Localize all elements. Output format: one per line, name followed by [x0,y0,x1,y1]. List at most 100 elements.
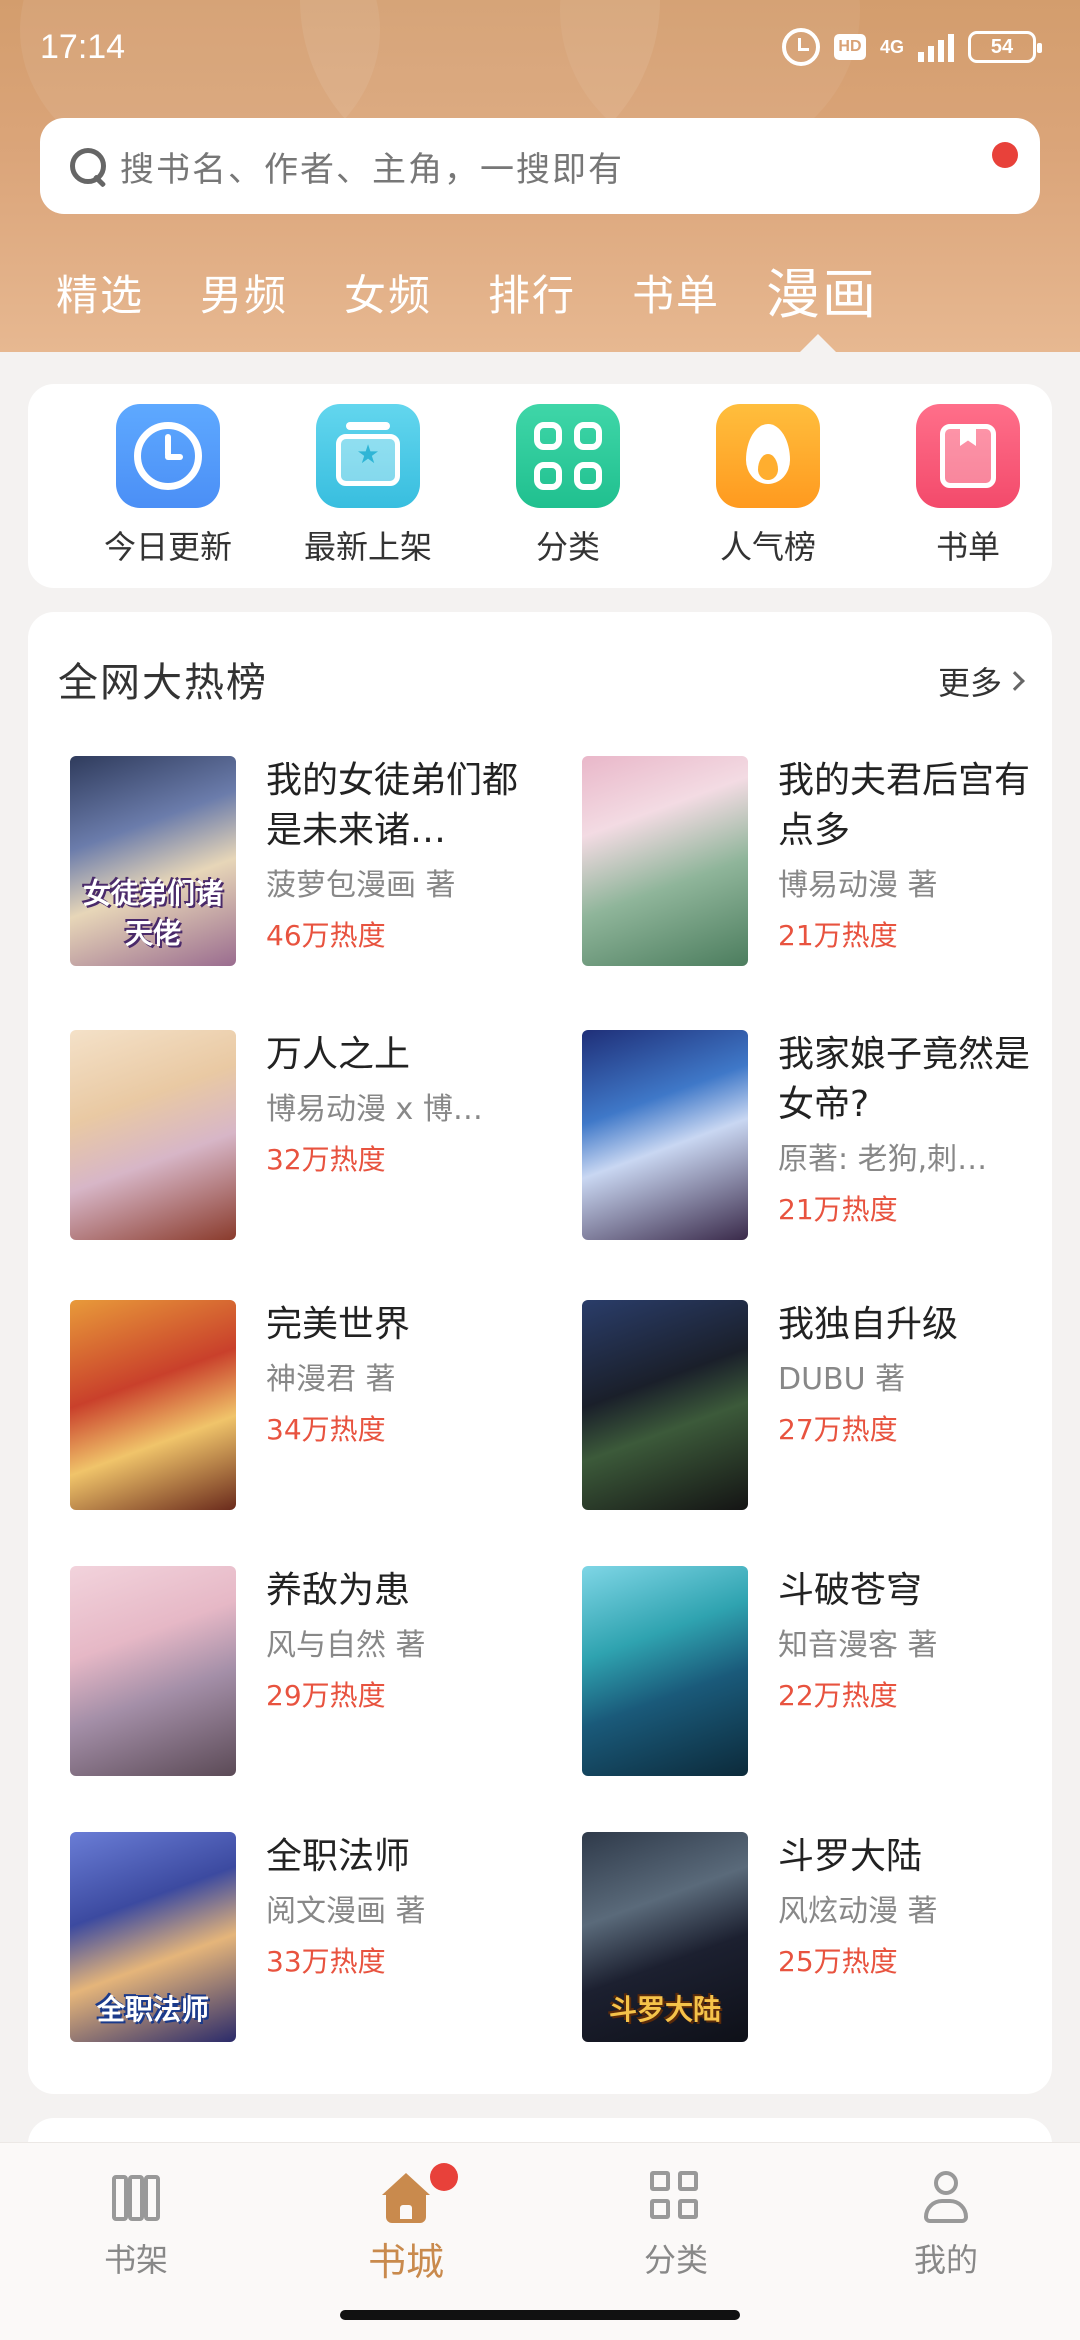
book-author: 菠萝包漫画 著 [266,868,456,903]
tab-ranking[interactable]: 排行 [488,262,576,323]
book-item[interactable]: 斗罗大陆 斗罗大陆 风炫动漫 著 25万热度 [582,1832,1062,2044]
more-label: 更多 [937,664,1002,702]
search-bar[interactable]: 搜书名、作者、主角，一搜即有 [40,118,1040,214]
book-item[interactable]: 万人之上 博易动漫 x 博… 32万热度 [70,1030,550,1242]
tab-female[interactable]: 女频 [344,262,432,323]
tab-male[interactable]: 男频 [200,262,288,323]
book-title: 斗破苍穹 [778,1570,923,1611]
booklist-icon [916,404,1020,508]
book-title: 养敌为患 [266,1570,411,1611]
app-screen: 17:14 HD 4G 54 搜书名、作者、主角，一搜即有 精选 男频 女频 排… [0,0,1080,2340]
cover-title: 斗罗大陆 [608,1993,721,2026]
cover-title: 女徒弟们诸天佬 [82,877,223,950]
book-heat: 21万热度 [778,919,898,952]
section-title: 全网大热榜 [58,660,268,706]
battery-level: 54 [990,35,1014,58]
book-author: 神漫君 著 [266,1362,396,1397]
book-cover [582,1030,748,1240]
quick-new-arrival[interactable]: ★ 最新上架 [268,404,468,568]
book-heat: 33万热度 [266,1945,386,1978]
signal-icon [918,32,954,62]
book-item[interactable]: 我家娘子竟然是女帝? 原著: 老狗,刺… 21万热度 [582,1030,1062,1242]
nav-label: 分类 [643,2241,708,2279]
network-type: 4G [879,37,904,57]
quick-booklist[interactable]: 书单 [868,404,1068,568]
notification-dot [992,142,1018,168]
book-item[interactable]: 养敌为患 风与自然 著 29万热度 [70,1566,550,1778]
book-item[interactable]: 完美世界 神漫君 著 34万热度 [70,1300,550,1512]
book-author: 风炫动漫 著 [778,1894,938,1929]
book-cover [582,1300,748,1510]
hot-list-card: 全网大热榜 更多 女徒弟们诸天佬 我的女徒弟们都是未来诸… 菠萝包漫画 著 46… [28,612,1052,2094]
category-tabs: 精选 男频 女频 排行 书单 漫画 [0,250,1080,340]
book-heat: 27万热度 [778,1413,898,1446]
alarm-icon [781,28,820,66]
book-item[interactable]: 我的夫君后宫有点多 博易动漫 著 21万热度 [582,756,1062,968]
book-cover [70,1566,236,1776]
book-cover [70,1030,236,1240]
book-heat: 25万热度 [778,1945,898,1978]
tab-booklist[interactable]: 书单 [632,262,720,323]
book-title: 我的夫君后宫有点多 [778,760,1031,851]
book-cover [70,1300,236,1510]
status-time: 17:14 [40,28,126,66]
book-author: 原著: 老狗,刺… [778,1142,988,1177]
book-title: 斗罗大陆 [778,1836,923,1877]
clock-icon [116,404,220,508]
quick-label: 最新上架 [303,528,432,566]
quick-popular[interactable]: 人气榜 [668,404,868,568]
book-heat: 21万热度 [778,1193,898,1226]
battery-icon: 54 [968,31,1042,63]
book-item[interactable]: 我独自升级 DUBU 著 27万热度 [582,1300,1062,1512]
book-cover: 全职法师 [70,1832,236,2042]
profile-icon [918,2169,974,2225]
book-item[interactable]: 女徒弟们诸天佬 我的女徒弟们都是未来诸… 菠萝包漫画 著 46万热度 [70,756,550,968]
book-heat: 32万热度 [266,1143,386,1176]
active-tab-indicator [800,334,836,352]
book-title: 万人之上 [266,1034,411,1075]
book-cover: 斗罗大陆 [582,1832,748,2042]
nav-bookshelf[interactable]: 书架 [46,2169,226,2281]
cover-title: 全职法师 [96,1993,209,2026]
book-author: 知音漫客 著 [778,1628,938,1663]
tab-featured[interactable]: 精选 [56,262,144,323]
book-item[interactable]: 斗破苍穹 知音漫客 著 22万热度 [582,1566,1062,1778]
book-author: 博易动漫 著 [778,868,938,903]
status-bar: 17:14 HD 4G 54 [0,0,1080,96]
book-author: DUBU 著 [778,1362,906,1397]
book-cover [582,1566,748,1776]
book-title: 我独自升级 [778,1304,959,1345]
flame-icon [716,404,820,508]
book-heat: 22万热度 [778,1679,898,1712]
book-title: 完美世界 [266,1304,411,1345]
category-grid-icon [648,2169,704,2225]
tab-comics[interactable]: 漫画 [766,250,878,329]
search-icon [68,146,108,186]
search-placeholder: 搜书名、作者、主角，一搜即有 [120,149,624,190]
book-title: 我家娘子竟然是女帝? [778,1034,1031,1125]
book-heat: 46万热度 [266,919,386,952]
book-author: 博易动漫 x 博… [266,1092,483,1127]
quick-today-update[interactable]: 今日更新 [68,404,268,568]
nav-category[interactable]: 分类 [586,2169,766,2281]
book-author: 阅文漫画 著 [266,1894,426,1929]
more-link[interactable]: 更多 [937,658,1025,704]
book-item[interactable]: 全职法师 全职法师 阅文漫画 著 33万热度 [70,1832,550,2044]
home-indicator[interactable] [340,2310,740,2320]
chevron-right-icon [1005,671,1025,691]
quick-label: 人气榜 [719,528,816,566]
bookshelf-icon [108,2169,164,2225]
book-author: 风与自然 著 [266,1628,426,1663]
quick-label: 分类 [535,528,600,566]
quick-category[interactable]: 分类 [468,404,668,568]
book-heat: 29万热度 [266,1679,386,1712]
book-cover: 女徒弟们诸天佬 [70,756,236,966]
quick-label: 书单 [935,528,1000,566]
nav-label: 书架 [103,2241,168,2279]
book-title: 我的女徒弟们都是未来诸… [266,760,519,851]
nav-profile[interactable]: 我的 [856,2169,1036,2281]
nav-bookstore[interactable]: 书城 [316,2163,496,2286]
home-icon [378,2169,434,2225]
status-icons: HD 4G 54 [781,28,1042,66]
quick-nav: 今日更新 ★ 最新上架 分类 人气榜 书单 [28,384,1052,588]
